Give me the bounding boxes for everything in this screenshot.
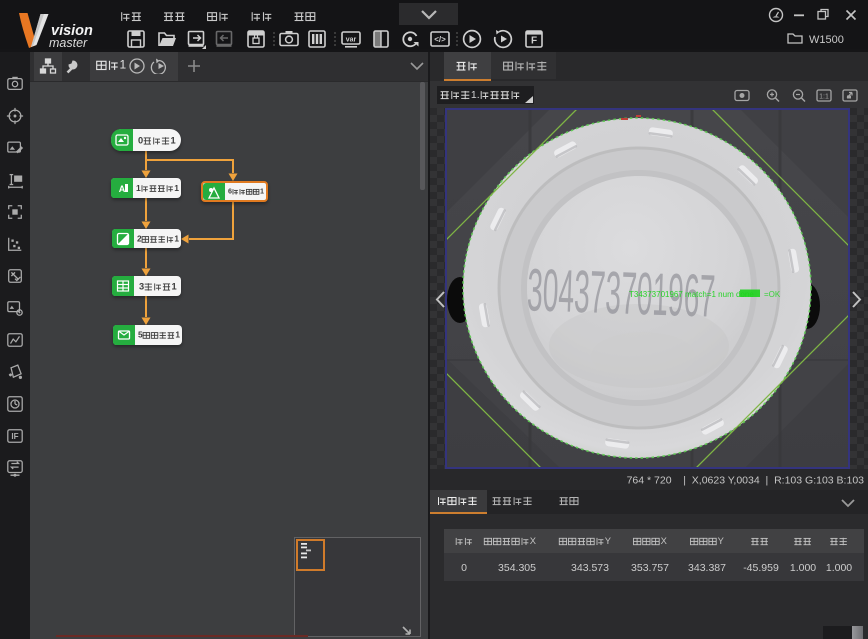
svg-text:2: 2 <box>137 234 142 244</box>
svg-text:1: 1 <box>174 183 179 193</box>
svg-text:0: 0 <box>461 562 467 574</box>
svg-text:Y: Y <box>718 535 725 546</box>
svg-text:master: master <box>49 36 88 50</box>
svg-text:3: 3 <box>139 281 144 291</box>
svg-text:1: 1 <box>171 281 176 291</box>
svg-text:1: 1 <box>260 188 264 196</box>
svg-text:1: 1 <box>171 135 176 145</box>
svg-text:A: A <box>119 184 126 194</box>
svg-text:343.387: 343.387 <box>688 562 726 574</box>
svg-text:1: 1 <box>175 330 180 340</box>
svg-text:X: X <box>661 535 668 546</box>
svg-text:F: F <box>531 36 537 47</box>
svg-text:0: 0 <box>138 135 143 145</box>
svg-text:1.000: 1.000 <box>826 562 852 574</box>
svg-text:6: 6 <box>228 188 232 196</box>
svg-text:1: 1 <box>174 234 179 244</box>
svg-text:IF: IF <box>11 432 18 441</box>
svg-text:-45.959: -45.959 <box>743 562 779 574</box>
svg-text:1:1: 1:1 <box>819 93 829 100</box>
svg-text:1: 1 <box>120 58 127 72</box>
svg-text:X: X <box>530 535 537 546</box>
svg-text:5: 5 <box>138 330 143 340</box>
svg-text:=OK: =OK <box>764 290 781 299</box>
svg-text:Y: Y <box>605 535 612 546</box>
svg-text:764 * 720 | X,0623 Y,0034: 764 * 720 | X,0623 Y,0034 | R:103 G:103 … <box>627 475 865 487</box>
svg-text:353.757: 353.757 <box>631 562 669 574</box>
svg-text:354.305: 354.305 <box>498 562 536 574</box>
svg-text:343.573: 343.573 <box>571 562 609 574</box>
svg-text:W1500: W1500 <box>809 34 844 46</box>
svg-text:1.: 1. <box>471 89 480 101</box>
svg-text:1: 1 <box>136 183 141 193</box>
svg-text:T34373701967 match=1 num done: T34373701967 match=1 num done <box>629 290 754 299</box>
svg-text:var: var <box>346 37 357 44</box>
svg-text:</>: </> <box>434 35 446 44</box>
svg-text:1.000: 1.000 <box>790 562 816 574</box>
